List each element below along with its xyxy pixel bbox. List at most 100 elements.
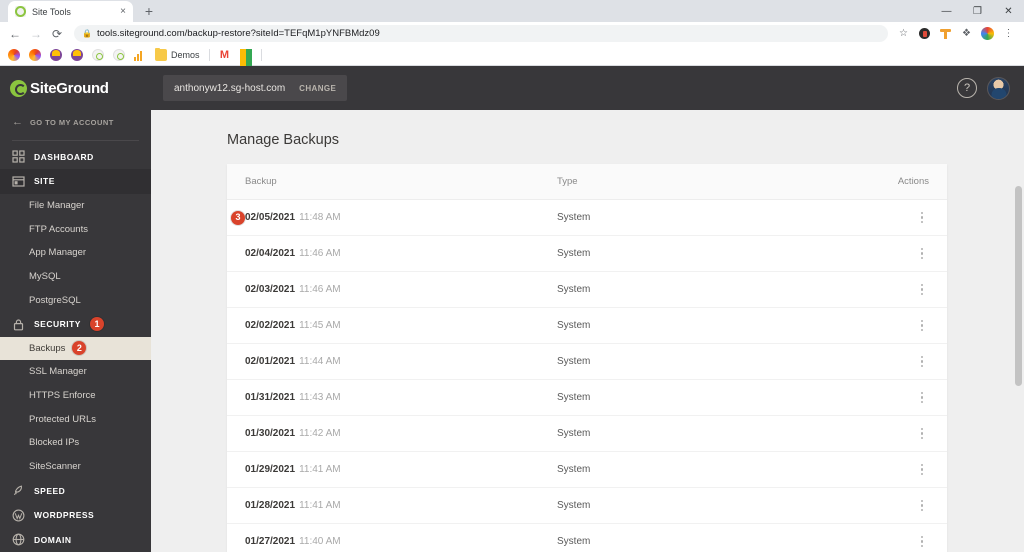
sidebar-item-backups[interactable]: Backups 2 [0,336,151,361]
sidebar-item-app-manager[interactable]: App Manager [0,241,151,265]
extension-orange-icon[interactable] [938,26,953,41]
sidebar-item-blocked-ips[interactable]: Blocked IPs [0,431,151,455]
backup-date: 02/02/2021 [245,320,296,331]
row-actions-menu-icon[interactable] [915,462,929,478]
cell-backup: 01/30/2021 11:42 AM [227,428,557,439]
sidebar-section-wordpress[interactable]: WORDPRESS [0,503,151,528]
table-row[interactable]: 02/01/2021 11:44 AM System [227,344,947,380]
table-row[interactable]: 3 02/05/2021 11:48 AM System [227,200,947,236]
gmail-bookmark[interactable]: M [219,49,231,61]
extension-dark-icon[interactable] [917,26,932,41]
sidebar-item-mysql[interactable]: MySQL [0,265,151,289]
column-header-backup: Backup [245,176,277,187]
backup-time: 11:42 AM [299,428,341,439]
app-viewport: SiteGround ← GO TO MY ACCOUNT DASHBOARD [0,66,1024,552]
sidebar-section-dashboard[interactable]: DASHBOARD [0,145,151,170]
lock-icon: 🔒 [82,29,92,38]
site-selector[interactable]: anthonyw12.sg-host.com CHANGE [163,75,348,101]
cell-type: System [557,536,591,547]
tor-bookmark-2[interactable] [71,49,83,61]
cell-actions [867,282,947,298]
go-to-my-account-link[interactable]: ← GO TO MY ACCOUNT [0,110,151,136]
demos-folder[interactable]: Demos [155,48,200,61]
row-actions-menu-icon[interactable] [915,246,929,262]
table-row[interactable]: 01/29/2021 11:41 AM System [227,452,947,488]
cell-type: System [557,500,591,511]
main-panel: anthonyw12.sg-host.com CHANGE ? Manage B… [151,66,1024,552]
page-scrollbar[interactable] [1015,186,1022,386]
youtube-bookmark[interactable] [271,49,283,61]
content-area: Manage Backups Backup Type Actions 3 02/0… [151,110,1024,552]
cell-actions [867,498,947,514]
firefox-bookmark[interactable] [8,49,20,61]
sidebar-section-speed[interactable]: SPEED [0,478,151,503]
lock-icon [12,318,25,331]
browser-profile-avatar[interactable] [980,26,995,41]
firefox-icon [8,49,20,61]
bookmarks-divider [208,49,210,61]
sidebar-section-site[interactable]: SITE [0,169,151,194]
cell-type: System [557,320,591,331]
close-window-button[interactable]: ✕ [993,0,1024,22]
row-actions-menu-icon[interactable] [915,282,929,298]
help-icon[interactable]: ? [957,78,977,98]
new-tab-button[interactable]: + [139,1,159,21]
demos-folder-label: Demos [171,50,200,60]
sidebar-item-ssl-manager[interactable]: SSL Manager [0,360,151,384]
table-header-row: Backup Type Actions [227,164,947,200]
row-actions-menu-icon[interactable] [915,390,929,406]
bar-chart-icon [134,49,146,61]
backup-date: 01/27/2021 [245,536,296,547]
browser-tab-site-tools[interactable]: Site Tools × [8,1,133,22]
reload-icon[interactable]: ⟳ [48,25,66,43]
address-bar[interactable]: 🔒 tools.siteground.com/backup-restore?si… [74,25,888,42]
table-row[interactable]: 01/28/2021 11:41 AM System [227,488,947,524]
sidebar-section-security[interactable]: SECURITY 1 [0,312,151,337]
sidebar-section-dashboard-label: DASHBOARD [34,151,94,162]
sidebar-item-file-manager[interactable]: File Manager [0,194,151,218]
backup-time: 11:41 AM [299,500,341,511]
sidebar-item-https-enforce[interactable]: HTTPS Enforce [0,384,151,408]
sidebar-section-security-label: SECURITY [34,319,81,330]
sidebar-item-label: HTTPS Enforce [29,390,96,402]
forward-icon[interactable]: → [27,25,45,43]
table-row[interactable]: 02/04/2021 11:46 AM System [227,236,947,272]
siteground-logo[interactable]: SiteGround [0,66,151,110]
sidebar-item-protected-urls[interactable]: Protected URLs [0,407,151,431]
row-actions-menu-icon[interactable] [915,426,929,442]
cell-type: System [557,212,591,223]
bookmark-star-icon[interactable]: ☆ [896,26,911,41]
table-row[interactable]: 01/30/2021 11:42 AM System [227,416,947,452]
sidebar-item-sitescanner[interactable]: SiteScanner [0,455,151,479]
maximize-button[interactable]: ❐ [962,0,993,22]
table-row[interactable]: 01/27/2021 11:40 AM System [227,524,947,552]
chrome-menu-icon[interactable]: ⋮ [1001,26,1016,41]
table-row[interactable]: 02/03/2021 11:46 AM System [227,272,947,308]
siteground-bookmark-2[interactable] [113,49,125,61]
table-row[interactable]: 01/31/2021 11:43 AM System [227,380,947,416]
siteground-bookmark[interactable] [92,49,104,61]
firefox-bookmark-2[interactable] [29,49,41,61]
drive-bookmark[interactable] [239,49,252,76]
arrow-left-icon: ← [12,116,23,129]
row-actions-menu-icon[interactable] [915,210,929,226]
extensions-puzzle-icon[interactable]: ❖ [959,26,974,41]
backup-time: 11:46 AM [299,248,341,259]
back-icon[interactable]: ← [6,25,24,43]
row-actions-menu-icon[interactable] [915,318,929,334]
row-actions-menu-icon[interactable] [915,354,929,370]
table-row[interactable]: 02/02/2021 11:45 AM System [227,308,947,344]
close-tab-icon[interactable]: × [120,6,126,17]
tor-bookmark[interactable] [50,49,62,61]
change-site-button[interactable]: CHANGE [299,84,336,93]
bookmarks-divider-2 [260,49,262,61]
row-actions-menu-icon[interactable] [915,534,929,550]
sidebar-section-domain[interactable]: DOMAIN [0,528,151,552]
analytics-bookmark[interactable] [134,49,146,61]
minimize-button[interactable]: — [931,0,962,22]
sidebar-item-postgresql[interactable]: PostgreSQL [0,288,151,312]
row-actions-menu-icon[interactable] [915,498,929,514]
user-avatar[interactable] [987,76,1010,100]
cell-actions [867,210,947,226]
sidebar-item-ftp-accounts[interactable]: FTP Accounts [0,217,151,241]
